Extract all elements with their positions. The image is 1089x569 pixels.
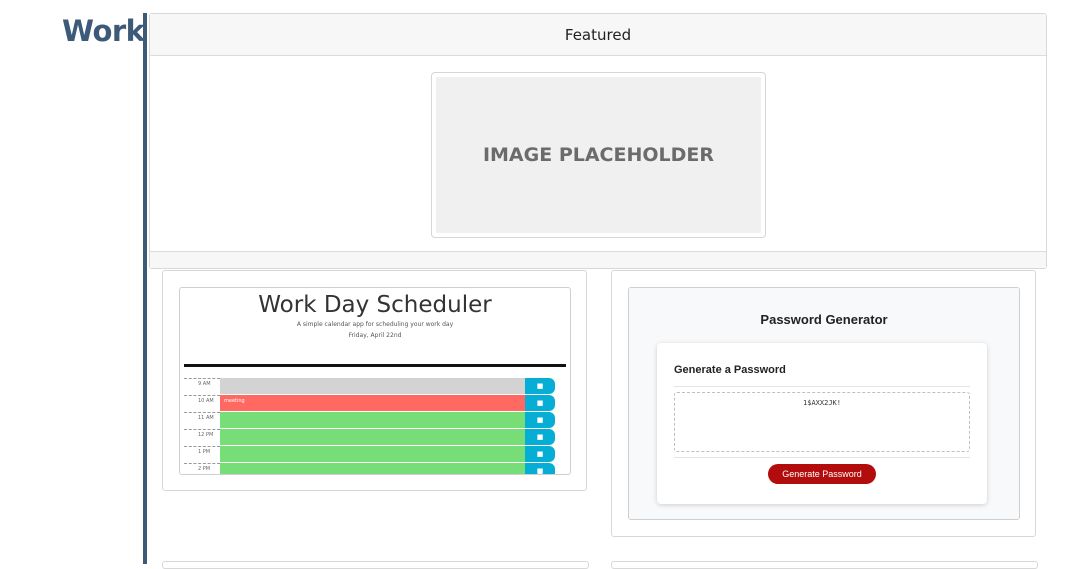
image-placeholder-label: IMAGE PLACEHOLDER [436,77,761,233]
featured-card: Featured IMAGE PLACEHOLDER [149,13,1047,269]
save-icon: ■ [525,395,555,411]
save-icon: ■ [525,446,555,462]
scheduler-rows: 9 AM ■ 10 AM meeting ■ 11 AM ■ 12 PM ■ 1 PM ■ 2 PM ■ [184,378,555,474]
scheduler-row: 12 PM ■ [184,429,555,446]
save-icon: ■ [525,378,555,394]
password-divider-bottom [674,457,970,458]
scheduler-hour-label: 11 AM [184,412,220,428]
scheduler-subtitle: A simple calendar app for scheduling you… [296,321,454,328]
featured-footer [150,251,1046,268]
save-icon: ■ [525,463,555,474]
project-card-scheduler: Work Day Scheduler A simple calendar app… [162,270,587,491]
password-panel: Generate a Password 1$AXX2JK! Generate P… [657,343,987,504]
project-card-next-left [162,561,589,569]
scheduler-hour-label: 1 PM [184,446,220,462]
scheduler-screenshot[interactable]: Work Day Scheduler A simple calendar app… [179,287,571,475]
section-title: Work [62,14,145,48]
scheduler-hour-label: 9 AM [184,378,220,394]
scheduler-time-block [220,463,525,474]
featured-body: IMAGE PLACEHOLDER [150,56,1046,253]
scheduler-time-block [220,446,525,462]
scheduler-row: 1 PM ■ [184,446,555,463]
scheduler-row: 2 PM ■ [184,463,555,474]
save-icon: ■ [525,429,555,445]
password-divider-top [674,386,970,387]
project-card-next-right [611,561,1038,569]
save-icon: ■ [525,412,555,428]
password-output: 1$AXX2JK! [674,392,970,452]
scheduler-row: 11 AM ■ [184,412,555,429]
scheduler-time-block [220,412,525,428]
scheduler-hour-label: 12 PM [184,429,220,445]
featured-image[interactable]: IMAGE PLACEHOLDER [431,72,766,238]
scheduler-divider [184,364,566,367]
scheduler-hour-label: 2 PM [184,463,220,474]
project-card-password: Password Generator Generate a Password 1… [611,270,1036,537]
scheduler-date: Friday, April 22nd [348,332,402,339]
scheduler-time-block: meeting [220,395,525,411]
section-divider [143,13,147,564]
password-title: Password Generator [760,312,888,327]
scheduler-row: 9 AM ■ [184,378,555,395]
generate-password-button: Generate Password [768,464,876,484]
password-screenshot[interactable]: Password Generator Generate a Password 1… [628,287,1020,520]
scheduler-title: Work Day Scheduler [258,292,492,318]
featured-header: Featured [150,14,1046,56]
scheduler-row: 10 AM meeting ■ [184,395,555,412]
password-panel-header: Generate a Password [674,364,786,376]
scheduler-time-block [220,378,525,394]
scheduler-time-block [220,429,525,445]
scheduler-hour-label: 10 AM [184,395,220,411]
